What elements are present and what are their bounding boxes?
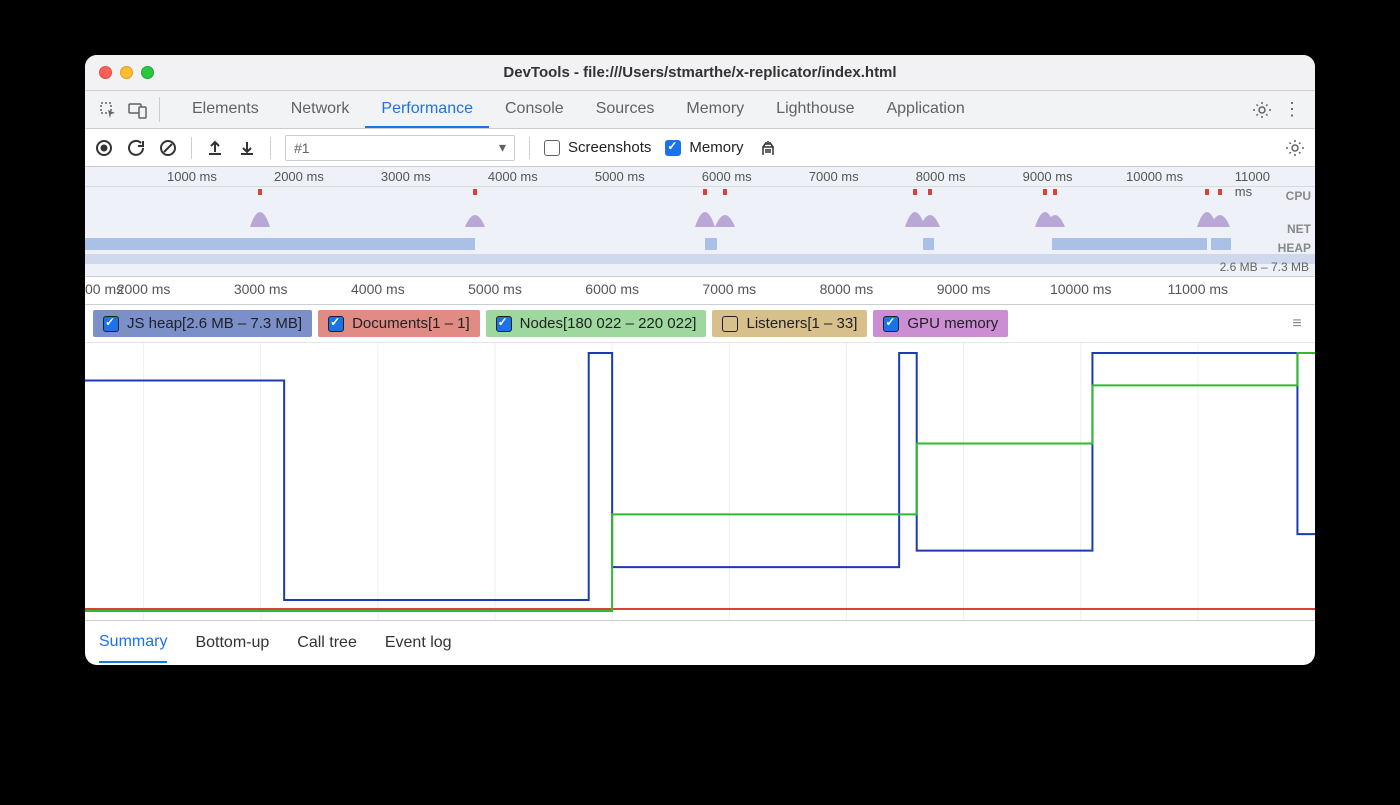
recording-select[interactable]: #1 ▾: [285, 135, 515, 161]
reload-icon[interactable]: [127, 139, 145, 157]
tab-performance[interactable]: Performance: [365, 91, 489, 128]
tab-elements[interactable]: Elements: [176, 91, 275, 128]
panel-tabs: ElementsNetworkPerformanceConsoleSources…: [176, 91, 981, 128]
memory-legend: JS heap[2.6 MB – 7.3 MB] Documents[1 – 1]…: [85, 305, 1315, 343]
overview-net-track: [85, 238, 1315, 250]
legend-checkbox[interactable]: [496, 316, 512, 332]
overview-tick: 5000 ms: [595, 169, 645, 184]
overview-tick: 8000 ms: [916, 169, 966, 184]
minimize-window-button[interactable]: [120, 66, 133, 79]
screenshots-label: Screenshots: [568, 139, 651, 156]
details-tab-call-tree[interactable]: Call tree: [297, 624, 357, 662]
clear-icon[interactable]: [159, 139, 177, 157]
window-title: DevTools - file:///Users/stmarthe/x-repl…: [85, 64, 1315, 81]
ruler-tick: 9000 ms: [937, 281, 991, 297]
details-tab-summary[interactable]: Summary: [99, 623, 167, 663]
overview-tick: 3000 ms: [381, 169, 431, 184]
close-window-button[interactable]: [99, 66, 112, 79]
ruler-tick: 3000 ms: [234, 281, 288, 297]
traffic-lights: [85, 66, 154, 79]
screenshots-checkbox[interactable]: Screenshots: [544, 139, 651, 156]
memory-chart-svg: [85, 343, 1315, 621]
memory-label: Memory: [689, 139, 743, 156]
legend-js-heap[interactable]: JS heap[2.6 MB – 7.3 MB]: [93, 310, 312, 337]
tab-console[interactable]: Console: [489, 91, 580, 128]
recording-select-value: #1: [294, 140, 310, 156]
settings-icon[interactable]: [1247, 91, 1277, 128]
overview-heap-range: 2.6 MB – 7.3 MB: [1220, 260, 1309, 274]
chevron-down-icon: ▾: [499, 139, 506, 156]
overview-cpu-track: [85, 187, 1315, 227]
perf-toolbar: #1 ▾ Screenshots Memory: [85, 129, 1315, 167]
legend-label: Listeners[1 – 33]: [746, 315, 857, 332]
legend-label: GPU memory: [907, 315, 998, 332]
legend-listeners[interactable]: Listeners[1 – 33]: [712, 310, 867, 337]
inspect-element-icon[interactable]: [93, 91, 123, 128]
tab-lighthouse[interactable]: Lighthouse: [760, 91, 870, 128]
record-icon[interactable]: [95, 139, 113, 157]
download-icon[interactable]: [238, 139, 256, 157]
legend-nodes[interactable]: Nodes[180 022 – 220 022]: [486, 310, 707, 337]
ruler-tick: 4000 ms: [351, 281, 405, 297]
details-tab-bottom-up[interactable]: Bottom-up: [195, 624, 269, 662]
timeline-overview[interactable]: 1000 ms 2000 ms 3000 ms 4000 ms 5000 ms 6000 …: [85, 167, 1315, 277]
more-icon[interactable]: ⋮: [1277, 91, 1307, 128]
legend-menu-icon[interactable]: ≡: [1287, 315, 1307, 333]
overview-ruler: 1000 ms 2000 ms 3000 ms 4000 ms 5000 ms 6000 …: [85, 167, 1315, 187]
legend-gpu-memory[interactable]: GPU memory: [873, 310, 1008, 337]
overview-tick: 7000 ms: [809, 169, 859, 184]
ruler-tick: 8000 ms: [820, 281, 874, 297]
overview-heap-track: [85, 250, 1315, 264]
overview-tick: 1000 ms: [167, 169, 217, 184]
details-tab-event-log[interactable]: Event log: [385, 624, 452, 662]
legend-documents[interactable]: Documents[1 – 1]: [318, 310, 480, 337]
legend-checkbox[interactable]: [328, 316, 344, 332]
tab-application[interactable]: Application: [870, 91, 980, 128]
main-ruler[interactable]: 00 ms2000 ms3000 ms4000 ms5000 ms6000 ms…: [85, 277, 1315, 305]
legend-checkbox[interactable]: [722, 316, 738, 332]
ruler-tick: 2000 ms: [117, 281, 171, 297]
overview-tick: 2000 ms: [274, 169, 324, 184]
devtools-window: DevTools - file:///Users/stmarthe/x-repl…: [85, 55, 1315, 665]
details-tabbar: Summary Bottom-up Call tree Event log: [85, 621, 1315, 665]
memory-checkbox[interactable]: Memory: [665, 139, 743, 156]
ruler-tick: 11000 ms: [1168, 281, 1228, 297]
ruler-tick: 6000 ms: [585, 281, 639, 297]
collect-garbage-icon[interactable]: [758, 138, 778, 158]
legend-checkbox[interactable]: [103, 316, 119, 332]
legend-label: Nodes[180 022 – 220 022]: [520, 315, 697, 332]
device-toolbar-icon[interactable]: [123, 91, 153, 128]
perf-settings-icon[interactable]: [1285, 138, 1305, 158]
tab-sources[interactable]: Sources: [580, 91, 671, 128]
ruler-tick: 10000 ms: [1050, 281, 1111, 297]
zoom-window-button[interactable]: [141, 66, 154, 79]
overview-tick: 9000 ms: [1023, 169, 1073, 184]
overview-tick: 4000 ms: [488, 169, 538, 184]
legend-label: JS heap[2.6 MB – 7.3 MB]: [127, 315, 302, 332]
tab-network[interactable]: Network: [275, 91, 366, 128]
overview-tick: 6000 ms: [702, 169, 752, 184]
panel-tabbar: ElementsNetworkPerformanceConsoleSources…: [85, 91, 1315, 129]
tab-memory[interactable]: Memory: [670, 91, 760, 128]
ruler-tick: 7000 ms: [702, 281, 756, 297]
overview-tick: 10000 ms: [1126, 169, 1183, 184]
legend-label: Documents[1 – 1]: [352, 315, 470, 332]
overview-side-labels: CPU NET HEAP: [1278, 187, 1311, 259]
legend-checkbox[interactable]: [883, 316, 899, 332]
memory-chart[interactable]: [85, 343, 1315, 621]
upload-icon[interactable]: [206, 139, 224, 157]
titlebar: DevTools - file:///Users/stmarthe/x-repl…: [85, 55, 1315, 91]
ruler-tick: 5000 ms: [468, 281, 522, 297]
